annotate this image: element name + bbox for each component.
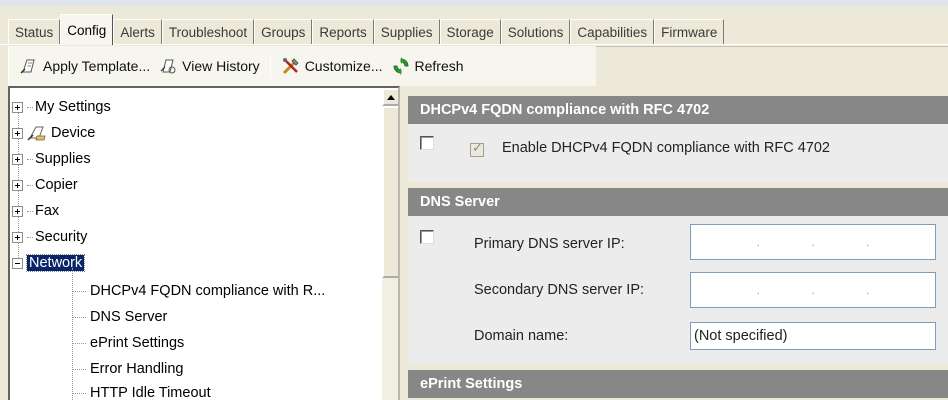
dhcpv4-section-body: Enable DHCPv4 FQDN compliance with RFC 4… <box>408 124 948 182</box>
tab-underline <box>0 44 948 45</box>
tab-alerts[interactable]: Alerts <box>113 19 162 45</box>
tab-list: Status Config Alerts Troubleshoot Groups… <box>8 14 725 45</box>
domain-name-field[interactable]: (Not specified) <box>690 322 936 350</box>
tree-item-fax[interactable]: Fax <box>12 198 59 224</box>
dhcpv4-apply-checkbox[interactable] <box>420 136 434 150</box>
tab-reports[interactable]: Reports <box>312 19 374 45</box>
tree-item-label: Security <box>35 229 88 245</box>
apply-template-icon <box>20 59 35 74</box>
tab-groups[interactable]: Groups <box>254 19 313 45</box>
apply-template-button[interactable]: Apply Template... <box>15 52 154 80</box>
secondary-dns-ip-field[interactable]: ... <box>690 272 936 308</box>
window-top-strip <box>0 0 948 6</box>
primary-dns-ip-field[interactable]: ... <box>690 224 936 260</box>
tree-item-supplies[interactable]: Supplies <box>12 146 91 172</box>
tree-child-label: DHCPv4 FQDN compliance with R... <box>90 283 326 299</box>
tree-item-label: Supplies <box>35 151 91 167</box>
expand-icon[interactable] <box>12 127 23 139</box>
eprint-section-title: ePrint Settings <box>408 370 948 398</box>
tree-child-dhcpv4[interactable]: DHCPv4 FQDN compliance with R... <box>72 278 325 304</box>
dns-apply-checkbox[interactable] <box>420 230 434 244</box>
view-history-label: View History <box>182 58 260 74</box>
tree-child-label: ePrint Settings <box>90 335 185 351</box>
tree-item-label-selected: Network <box>25 254 86 272</box>
apply-template-label: Apply Template... <box>43 58 151 74</box>
tree-child-http-idle[interactable]: HTTP Idle Timeout <box>72 380 211 400</box>
tree-child-eprint[interactable]: ePrint Settings <box>72 330 184 356</box>
tab-storage[interactable]: Storage <box>439 19 501 45</box>
tab-status[interactable]: Status <box>8 19 61 45</box>
tree-item-my-settings[interactable]: My Settings <box>12 94 111 120</box>
tree-item-network[interactable]: Network <box>12 250 86 276</box>
tree-child-error-handling[interactable]: Error Handling <box>72 356 184 382</box>
tree-child-label: HTTP Idle Timeout <box>90 385 211 400</box>
toolbar-separator <box>269 53 271 79</box>
expand-icon[interactable] <box>12 231 23 243</box>
toolbar: Apply Template... View History Customize… <box>8 46 596 86</box>
tab-solutions[interactable]: Solutions <box>500 19 571 45</box>
tree-item-device[interactable]: Device <box>12 120 95 146</box>
tab-troubleshoot[interactable]: Troubleshoot <box>161 19 255 45</box>
tree-item-label: Device <box>51 125 96 141</box>
dns-section-body: Primary DNS server IP: ... Secondary DNS… <box>408 216 948 364</box>
customize-label: Customize... <box>304 58 383 74</box>
primary-dns-label: Primary DNS server IP: <box>474 236 625 252</box>
toolbar-empty-area <box>596 46 948 86</box>
tree-item-copier[interactable]: Copier <box>12 172 78 198</box>
expand-icon[interactable] <box>12 205 23 217</box>
tree-item-label: My Settings <box>35 99 111 115</box>
customize-button[interactable]: Customize... <box>277 52 387 80</box>
expand-icon[interactable] <box>12 179 23 191</box>
device-icon <box>27 126 46 141</box>
refresh-icon <box>393 57 408 75</box>
tree-scrollbar[interactable] <box>382 88 398 400</box>
tab-bar: Status Config Alerts Troubleshoot Groups… <box>0 0 948 45</box>
panel-splitter[interactable] <box>400 86 408 400</box>
dhcpv4-enable-checkbox[interactable] <box>470 141 484 157</box>
expand-icon[interactable] <box>12 153 23 165</box>
refresh-button[interactable]: Refresh <box>387 52 468 80</box>
scroll-up-button[interactable] <box>382 88 398 106</box>
expand-icon[interactable] <box>12 101 23 113</box>
tree-item-security[interactable]: Security <box>12 224 87 250</box>
scroll-thumb[interactable] <box>382 106 398 278</box>
tree-item-label: Copier <box>35 177 78 193</box>
customize-tools-icon <box>282 58 299 75</box>
tab-config[interactable]: Config <box>60 14 114 45</box>
refresh-label: Refresh <box>414 58 464 74</box>
config-tree: My Settings Device Supplies Copier Fax S… <box>8 86 400 400</box>
tree-child-label: Error Handling <box>90 361 184 377</box>
tree-child-label: DNS Server <box>90 309 168 325</box>
tree-child-dns-server[interactable]: DNS Server <box>72 304 167 330</box>
secondary-dns-label: Secondary DNS server IP: <box>474 282 645 298</box>
view-history-icon <box>160 59 176 74</box>
tab-firmware[interactable]: Firmware <box>654 19 725 45</box>
domain-name-label: Domain name: <box>474 328 569 344</box>
collapse-icon[interactable] <box>12 257 23 269</box>
tree-item-label: Fax <box>35 203 60 219</box>
dns-section-title: DNS Server <box>408 188 948 216</box>
view-history-button[interactable]: View History <box>154 52 264 80</box>
tab-capabilities[interactable]: Capabilities <box>570 19 655 45</box>
tab-supplies[interactable]: Supplies <box>373 19 440 45</box>
dhcpv4-section-title: DHCPv4 FQDN compliance with RFC 4702 <box>408 96 948 124</box>
dhcpv4-enable-label: Enable DHCPv4 FQDN compliance with RFC 4… <box>502 140 830 156</box>
settings-panel: DHCPv4 FQDN compliance with RFC 4702 Ena… <box>408 86 948 400</box>
